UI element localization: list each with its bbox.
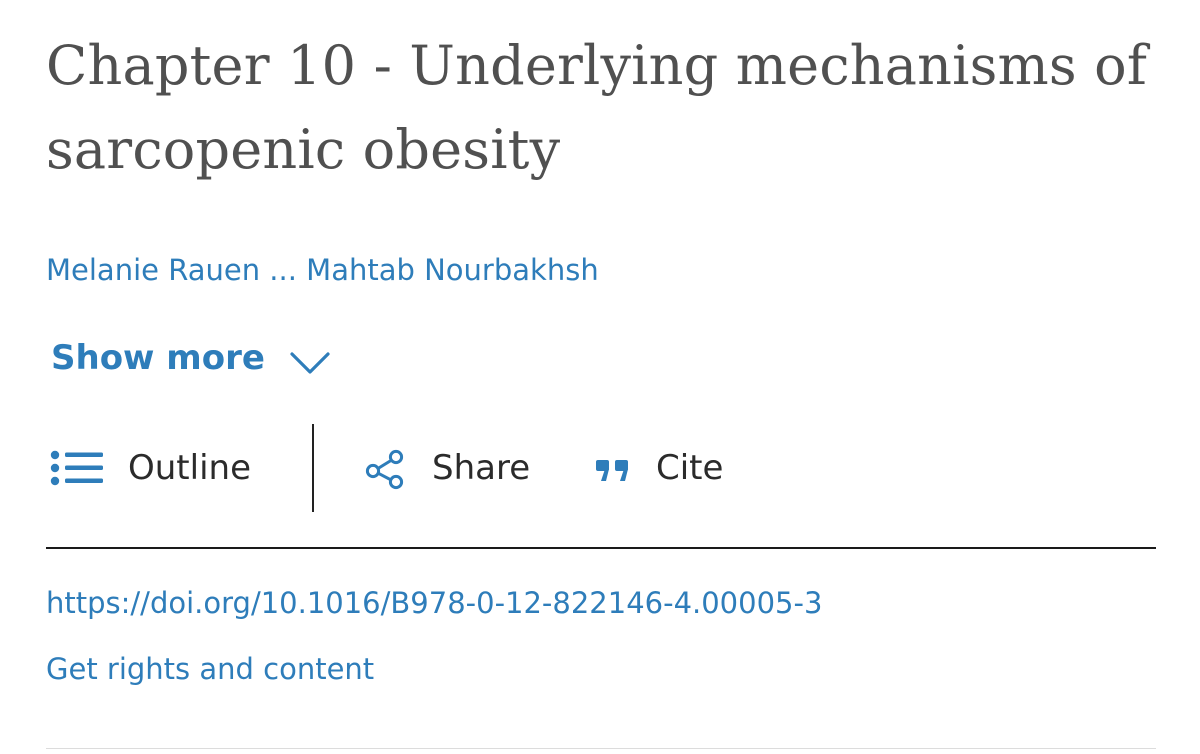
- article-header: Chapter 10 - Underlying mechanisms of sa…: [46, 0, 1156, 754]
- toolbar-divider: [312, 424, 314, 512]
- quote-icon: [596, 460, 628, 481]
- author-link-last[interactable]: Mahtab Nourbakhsh: [306, 253, 599, 287]
- author-list: Melanie Rauen ... Mahtab Nourbakhsh: [46, 250, 599, 290]
- cite-label: Cite: [656, 448, 724, 488]
- author-link-first[interactable]: Melanie Rauen: [46, 253, 260, 287]
- outline-button[interactable]: Outline: [50, 424, 251, 512]
- list-icon: [50, 450, 103, 486]
- share-button[interactable]: Share: [364, 424, 530, 512]
- cite-button[interactable]: Cite: [594, 424, 723, 512]
- outline-label: Outline: [128, 448, 252, 488]
- share-icon: [365, 449, 404, 490]
- page-title: Chapter 10 - Underlying mechanisms of sa…: [46, 34, 1148, 181]
- doi-link[interactable]: https://doi.org/10.1016/B978-0-12-822146…: [46, 582, 822, 624]
- chevron-down-icon: [290, 352, 330, 374]
- article-toolbar: Outline Share Cite: [46, 424, 1156, 512]
- share-label: Share: [432, 448, 531, 488]
- show-more-button[interactable]: Show more: [51, 336, 331, 380]
- section-divider: [46, 547, 1156, 549]
- rights-link[interactable]: Get rights and content: [46, 648, 374, 690]
- bottom-divider: [46, 748, 1156, 749]
- show-more-label: Show more: [51, 338, 265, 378]
- author-ellipsis: ...: [260, 253, 307, 287]
